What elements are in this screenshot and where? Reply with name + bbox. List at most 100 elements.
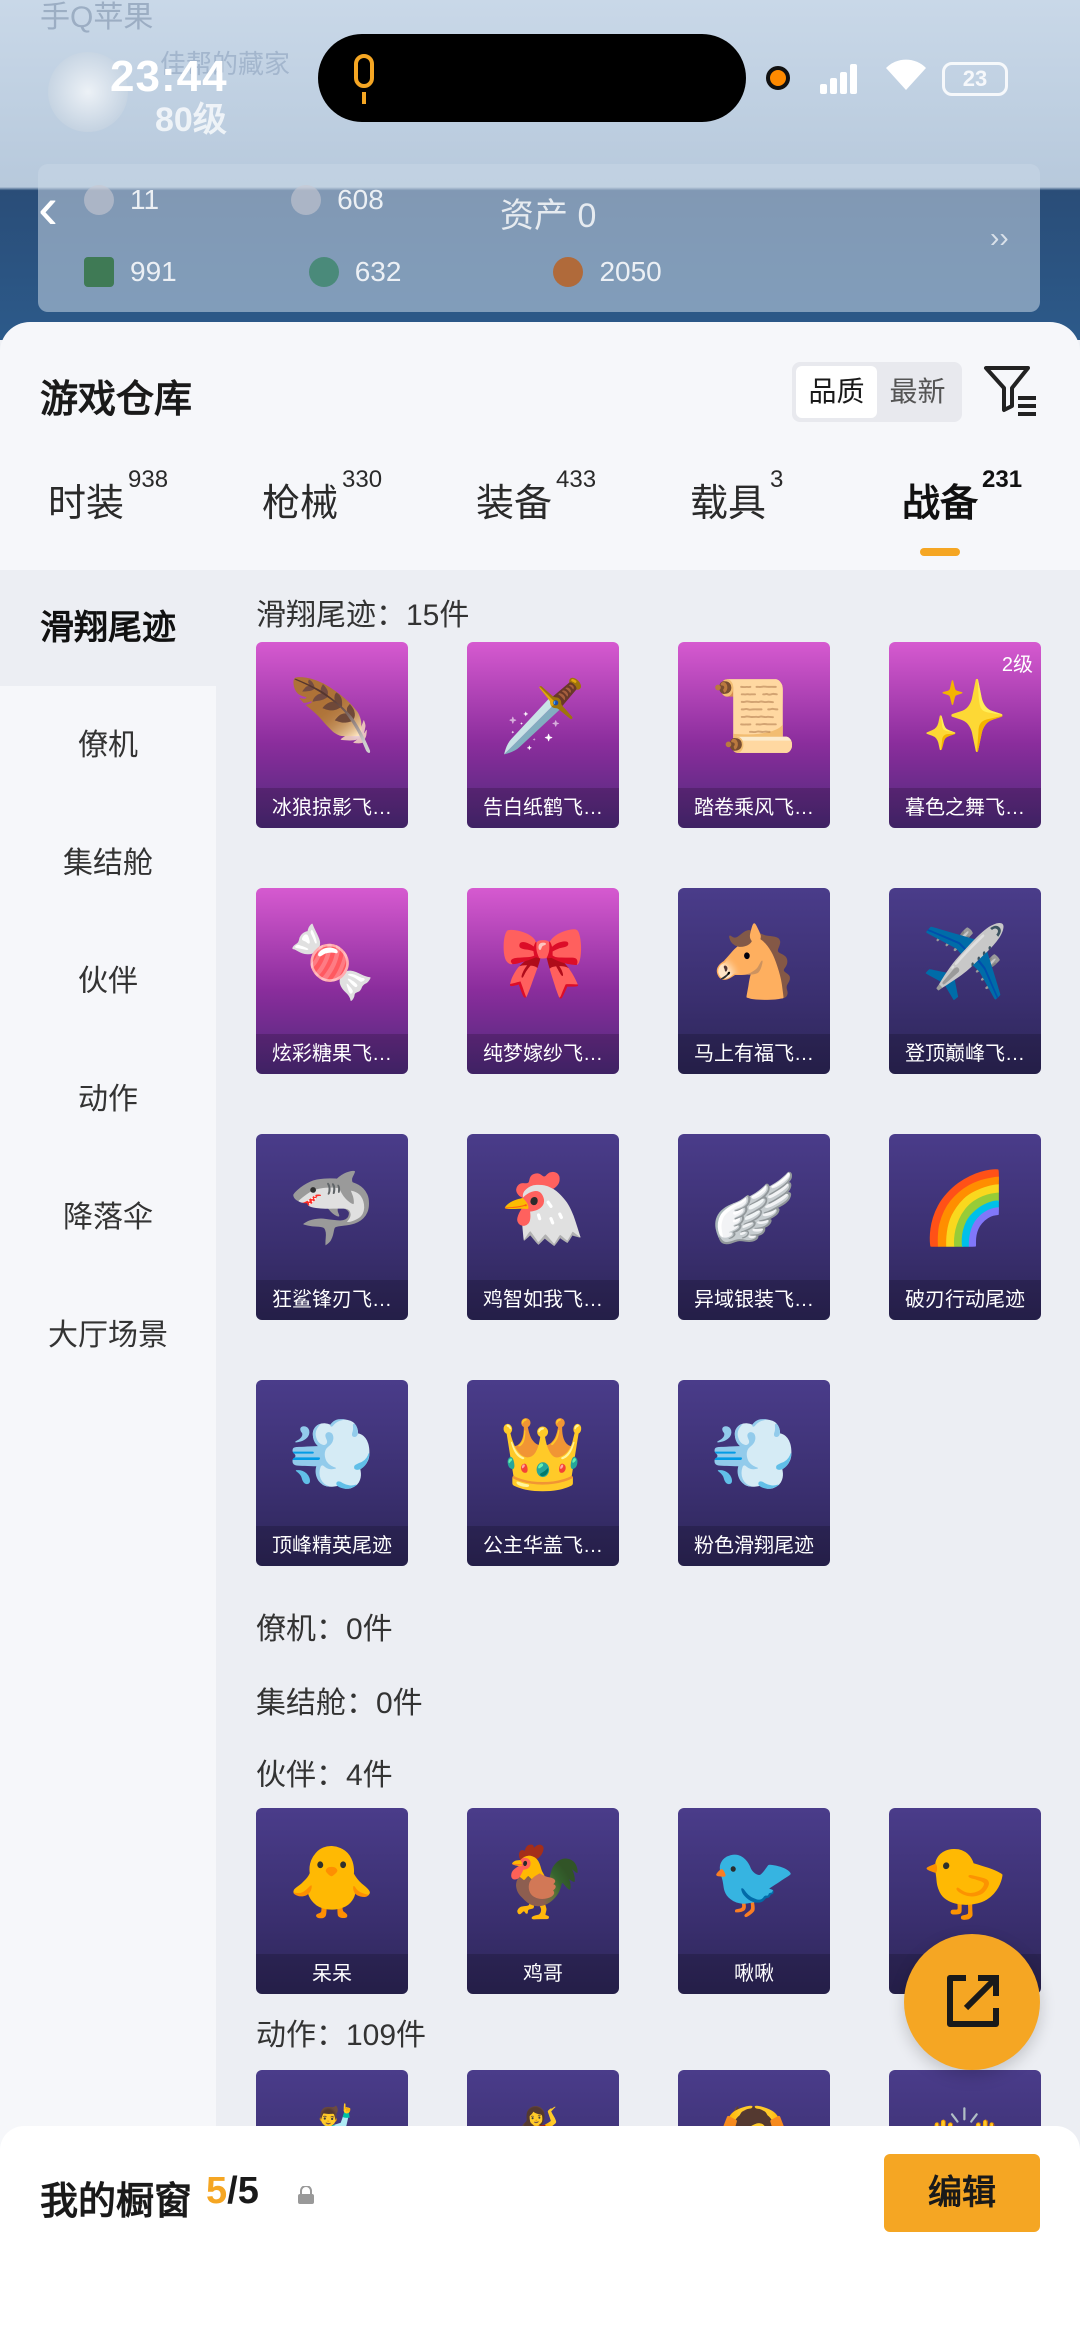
battery-icon: 23 [942,62,1008,96]
showcase-title: 我的橱窗 [40,2181,193,2223]
item-art-icon: 🪶 [288,677,376,755]
item-name: 马上有福飞… [678,1034,830,1074]
item-name: 鸡哥 [467,1954,619,1994]
share-button[interactable] [904,1934,1040,2070]
tab-weapons[interactable]: 枪械330 [262,466,382,527]
showcase-total: /5 [227,2170,259,2212]
tab-count: 938 [128,466,169,493]
coin-icon [84,185,114,215]
sidebar-item-wingman[interactable]: 僚机 [0,688,216,804]
item-name: 异域银装飞… [678,1280,830,1320]
item-art-icon: 🐤 [921,1843,1009,1921]
showcase-bar: 我的橱窗 5/5 编辑 [0,2126,1080,2346]
item-card[interactable]: ✈️ 登顶巅峰飞… [889,888,1041,1074]
item-card[interactable]: 🐦 啾啾 [678,1808,830,1994]
item-card[interactable]: 🗡️ 告白纸鹤飞… [467,642,619,828]
recording-indicator-icon [766,66,790,90]
microphone-icon [354,54,374,104]
item-art-icon: 🎀 [499,923,587,1001]
status-time: 23:44 [110,52,228,101]
sidebar-item-capsule[interactable]: 集结舱 [0,806,216,922]
wifi-icon [884,58,928,92]
asset-value: 608 [337,184,384,215]
tab-costume[interactable]: 时装938 [48,466,168,527]
item-card[interactable]: 💨 顶峰精英尾迹 [256,1380,408,1566]
item-card[interactable]: 🪽 异域银装飞… [678,1134,830,1320]
item-art-icon: ✨ [921,677,1009,755]
edit-button[interactable]: 编辑 [884,2154,1040,2232]
item-art-icon: 🦈 [288,1169,376,1247]
item-card[interactable]: 🎀 纯梦嫁纱飞… [467,888,619,1074]
active-tab-indicator [920,548,960,556]
item-name: 炫彩糖果飞… [256,1034,408,1074]
tab-vehicles[interactable]: 载具3 [690,466,783,527]
item-card[interactable]: 🐓 鸡哥 [467,1808,619,1994]
coin-icon [308,257,339,287]
faded-platform-label: 手Q苹果 [40,1,154,34]
item-art-icon: 🪽 [710,1169,798,1247]
item-name: 踏卷乘风飞… [678,788,830,828]
item-card[interactable]: 🐔 鸡智如我飞… [467,1134,619,1320]
item-art-icon: 📜 [710,677,798,755]
asset-chevron-right-icon[interactable]: ›› [990,222,1009,254]
item-art-icon: 🌈 [921,1169,1009,1247]
item-name: 登顶巅峰飞… [889,1034,1041,1074]
item-card[interactable]: 🐥 呆呆 [256,1808,408,1994]
tab-label: 战备 [902,483,979,525]
item-name: 啾啾 [678,1954,830,1994]
sidebar-item-lobby-scene[interactable]: 大厅场景 [0,1278,216,1394]
item-name: 粉色滑翔尾迹 [678,1526,830,1566]
section-title-partner: 伙伴：4件 [256,1759,393,1792]
filter-icon[interactable] [982,362,1038,418]
item-card[interactable]: 📜 踏卷乘风飞… [678,642,830,828]
item-card[interactable]: 🍬 炫彩糖果飞… [256,888,408,1074]
item-name: 暮色之舞飞… [889,788,1041,828]
sidebar-item-parachute[interactable]: 降落伞 [0,1160,216,1276]
item-card[interactable]: 👑 公主华盖飞… [467,1380,619,1566]
sort-by-newest-button[interactable]: 最新 [877,366,958,418]
asset-row-2: 991 632 2050 [84,256,662,288]
item-art-icon: 🐓 [499,1843,587,1921]
item-art-icon: 🗡️ [499,677,587,755]
tab-label: 载具 [690,483,767,525]
item-art-icon: 🐦 [710,1843,798,1921]
item-art-icon: 🐔 [499,1169,587,1247]
sidebar-item-action[interactable]: 动作 [0,1042,216,1158]
item-art-icon: 🐴 [710,923,798,1001]
sort-by-quality-button[interactable]: 品质 [796,366,877,418]
section-title-glide: 滑翔尾迹：15件 [256,599,470,632]
sort-toggle: 品质 最新 [792,362,962,422]
item-art-icon: 👑 [499,1415,587,1493]
asset-title: 资产 0 [500,197,597,235]
asset-row-1: 11 608 [84,184,384,216]
tab-label: 枪械 [262,483,339,525]
sidebar-item-partner[interactable]: 伙伴 [0,924,216,1040]
showcase-count: 5/5 [206,2170,259,2213]
item-card[interactable]: 🦈 狂鲨锋刃飞… [256,1134,408,1320]
section-title-action: 动作：109件 [256,2019,427,2052]
back-chevron-icon[interactable]: ‹ [38,178,58,238]
item-name: 呆呆 [256,1954,408,1994]
item-name: 顶峰精英尾迹 [256,1526,408,1566]
item-art-icon: 🍬 [288,923,376,1001]
section-title-wingman: 僚机：0件 [256,1613,393,1646]
item-card[interactable]: 🌈 破刃行动尾迹 [889,1134,1041,1320]
item-card[interactable]: 💨 粉色滑翔尾迹 [678,1380,830,1566]
sidebar-item-glide-trail[interactable]: 滑翔尾迹 [0,570,216,686]
coin-icon [553,257,584,287]
item-card[interactable]: ✨ 2级暮色之舞飞… [889,642,1041,828]
section-title-capsule: 集结舱：0件 [256,1687,423,1720]
item-card[interactable]: 🪶 冰狼掠影飞… [256,642,408,828]
level-badge: 2级 [1001,654,1033,676]
tab-count: 3 [770,466,784,493]
item-art-icon: 💨 [288,1415,376,1493]
item-card[interactable]: 🐴 马上有福飞… [678,888,830,1074]
tab-battle-gear[interactable]: 战备231 [902,466,1022,527]
lock-icon [296,2185,316,2204]
asset-value: 991 [130,256,177,287]
tab-count: 330 [342,466,383,493]
item-art-icon: ✈️ [921,923,1009,1001]
item-name: 冰狼掠影飞… [256,788,408,828]
tab-equipment[interactable]: 装备433 [476,466,596,527]
item-name: 狂鲨锋刃飞… [256,1280,408,1320]
